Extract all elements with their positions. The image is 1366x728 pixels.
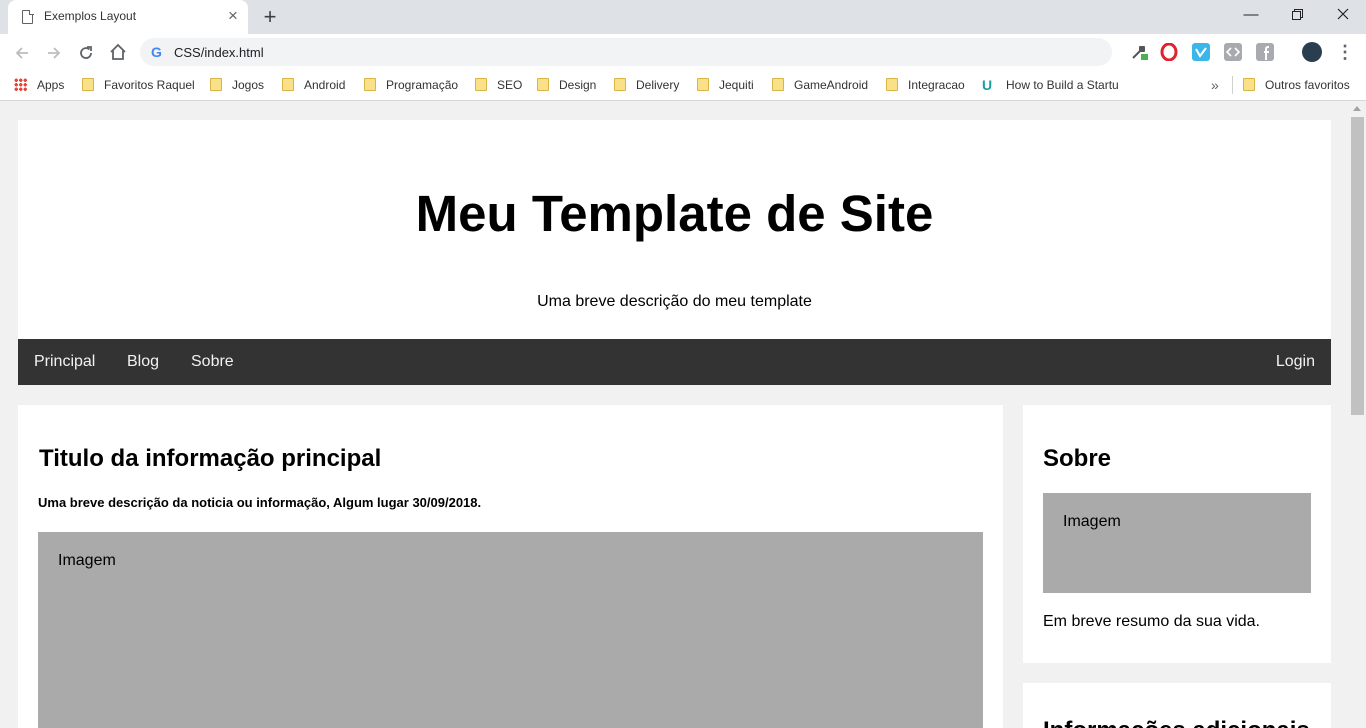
back-button[interactable] — [9, 39, 35, 65]
eyedropper-extension-icon[interactable] — [1130, 43, 1148, 61]
sidebar-about-text: Em breve resumo da sua vida. — [1043, 613, 1260, 630]
bookmark-seo[interactable]: SEO — [475, 77, 522, 93]
bookmark-delivery[interactable]: Delivery — [614, 77, 679, 93]
tab-strip: Exemplos Layout × + — — [0, 0, 1366, 34]
close-window-button[interactable] — [1320, 0, 1366, 30]
bookmark-programacao[interactable]: Programação — [364, 77, 458, 93]
new-tab-button[interactable]: + — [257, 4, 283, 30]
vertical-scrollbar[interactable] — [1349, 101, 1366, 728]
nav-link-login[interactable]: Login — [1276, 353, 1315, 371]
nav-link-sobre[interactable]: Sobre — [191, 353, 234, 371]
bookmark-design[interactable]: Design — [537, 77, 596, 93]
scroll-up-arrow-icon[interactable] — [1353, 106, 1361, 111]
nav-link-blog[interactable]: Blog — [127, 353, 159, 371]
browser-toolbar: G CSS/index.html ⋮ — [0, 34, 1366, 70]
folder-icon — [475, 78, 487, 91]
close-tab-icon[interactable]: × — [224, 7, 242, 25]
more-bookmarks-button[interactable]: » — [1211, 77, 1219, 93]
top-navigation: Principal Blog Sobre Login — [18, 339, 1331, 385]
profile-avatar[interactable] — [1302, 42, 1322, 62]
bookmark-android[interactable]: Android — [282, 77, 345, 93]
folder-icon — [282, 78, 294, 91]
bookmarks-bar: Apps Favoritos Raquel Jogos Android Prog… — [0, 70, 1366, 101]
reload-button[interactable] — [73, 39, 99, 65]
scrollbar-thumb[interactable] — [1351, 117, 1364, 415]
article-title: Titulo da informação principal — [39, 445, 382, 472]
folder-icon — [772, 78, 784, 91]
page-icon — [22, 9, 34, 24]
folder-icon — [537, 78, 549, 91]
facebook-extension-icon[interactable] — [1256, 43, 1274, 61]
bookmark-favoritos-raquel[interactable]: Favoritos Raquel — [82, 77, 195, 93]
image-label: Imagem — [58, 552, 116, 569]
site-title: Meu Template de Site — [415, 185, 934, 242]
opera-extension-icon[interactable] — [1160, 42, 1178, 62]
folder-icon — [1243, 78, 1255, 91]
sidebar-about-card: Sobre Imagem Em breve resumo da sua vida… — [1023, 405, 1331, 663]
bookmark-apps[interactable]: Apps — [14, 77, 64, 93]
bookmark-how-to-build-a-startup[interactable]: U How to Build a Startu — [982, 77, 1118, 93]
article-image-placeholder: Imagem — [38, 532, 983, 728]
url-text: CSS/index.html — [174, 45, 264, 60]
bookmark-integracao[interactable]: Integracao — [886, 77, 965, 93]
bookmarks-divider — [1232, 76, 1233, 94]
image-label: Imagem — [1063, 513, 1121, 530]
bookmark-jogos[interactable]: Jogos — [210, 77, 264, 93]
minimize-button[interactable]: — — [1228, 0, 1274, 30]
restore-button[interactable] — [1274, 0, 1320, 30]
vimeo-extension-icon[interactable] — [1192, 43, 1210, 61]
folder-icon — [614, 78, 626, 91]
main-article-card: Titulo da informação principal Uma breve… — [18, 405, 1003, 728]
page-viewport: Meu Template de Site Uma breve descrição… — [0, 101, 1349, 728]
site-description: Uma breve descrição do meu template — [537, 293, 812, 310]
address-bar[interactable]: G CSS/index.html — [140, 38, 1112, 66]
bookmark-outros-favoritos[interactable]: Outros favoritos — [1243, 77, 1350, 93]
bookmark-jequiti[interactable]: Jequiti — [697, 77, 754, 93]
tab-title: Exemplos Layout — [44, 9, 137, 23]
browser-menu-icon[interactable]: ⋮ — [1336, 40, 1354, 64]
folder-icon — [364, 78, 376, 91]
sidebar-about-title: Sobre — [1043, 445, 1112, 472]
folder-icon — [886, 78, 898, 91]
folder-icon — [697, 78, 709, 91]
udemy-icon: U — [982, 77, 993, 93]
google-icon: G — [151, 44, 162, 60]
home-button[interactable] — [105, 39, 131, 65]
bookmark-gameandroid[interactable]: GameAndroid — [772, 77, 868, 93]
sidebar-info-title: Informações adicionais — [1043, 717, 1310, 728]
folder-icon — [82, 78, 94, 91]
browser-tab[interactable]: Exemplos Layout × — [8, 0, 248, 34]
sidebar-image-placeholder: Imagem — [1043, 493, 1311, 593]
forward-button[interactable] — [41, 39, 67, 65]
sidebar-info-card: Informações adicionais — [1023, 683, 1331, 728]
apps-grid-icon — [14, 78, 27, 91]
nav-link-principal[interactable]: Principal — [34, 353, 95, 371]
site-header: Meu Template de Site Uma breve descrição… — [18, 120, 1331, 339]
code-extension-icon[interactable] — [1224, 43, 1242, 61]
folder-icon — [210, 78, 222, 91]
article-meta: Uma breve descrição da noticia ou inform… — [38, 495, 482, 510]
